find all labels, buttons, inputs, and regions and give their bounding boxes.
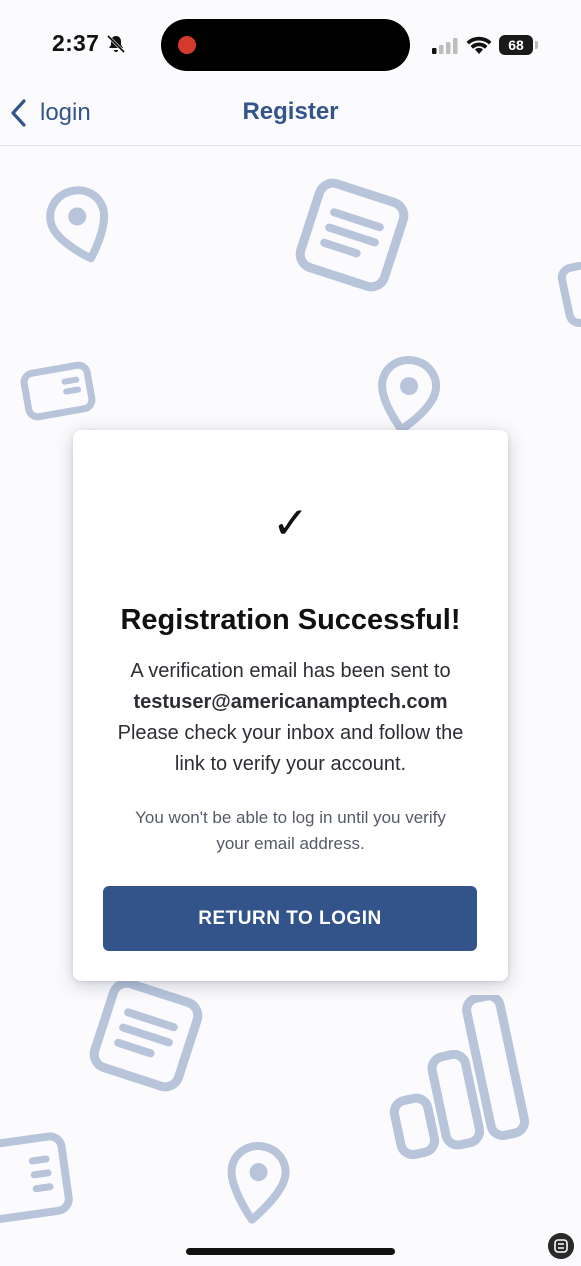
checkmark-icon: ✓ xyxy=(272,498,309,549)
location-pin-icon xyxy=(378,356,441,432)
status-bar: 2:37 68 xyxy=(0,0,581,88)
location-pin-icon xyxy=(46,186,109,263)
location-pin-icon xyxy=(227,1142,290,1224)
bell-slash-icon xyxy=(106,34,126,54)
card-icon xyxy=(20,361,96,421)
card-icon xyxy=(557,262,581,327)
message-line: A verification email has been sent to xyxy=(130,660,451,682)
card-icon xyxy=(0,1132,73,1223)
recording-indicator xyxy=(178,36,196,54)
signal-icon xyxy=(432,38,458,54)
message-line: link to verify your account. xyxy=(174,753,407,775)
success-title: Registration Successful! xyxy=(120,604,461,636)
page-title: Register xyxy=(242,98,339,125)
wifi-icon xyxy=(466,36,492,54)
battery-cap xyxy=(535,41,538,49)
battery-icon: 68 xyxy=(499,35,533,55)
home-indicator[interactable] xyxy=(186,1248,395,1255)
document-icon xyxy=(89,978,203,1092)
screen-recorder-icon[interactable] xyxy=(548,1233,574,1259)
verification-message: A verification email has been sent to te… xyxy=(73,656,508,780)
verification-note: You won't be able to log in until you ve… xyxy=(73,805,508,857)
registration-success-card: ✓ Registration Successful! A verificatio… xyxy=(73,430,508,981)
status-time: 2:37 xyxy=(52,30,100,56)
navigation-bar: login Register xyxy=(0,88,581,146)
note-line: your email address. xyxy=(216,834,365,853)
email-address: testuser@americanamptech.com xyxy=(133,691,448,713)
document-icon xyxy=(295,178,409,292)
return-to-login-button[interactable]: RETURN TO LOGIN xyxy=(103,886,477,951)
note-line: You won't be able to log in until you ve… xyxy=(135,808,446,827)
dynamic-island xyxy=(161,19,410,71)
bar-chart-icon xyxy=(389,995,530,1160)
message-line: Please check your inbox and follow the xyxy=(117,722,464,744)
